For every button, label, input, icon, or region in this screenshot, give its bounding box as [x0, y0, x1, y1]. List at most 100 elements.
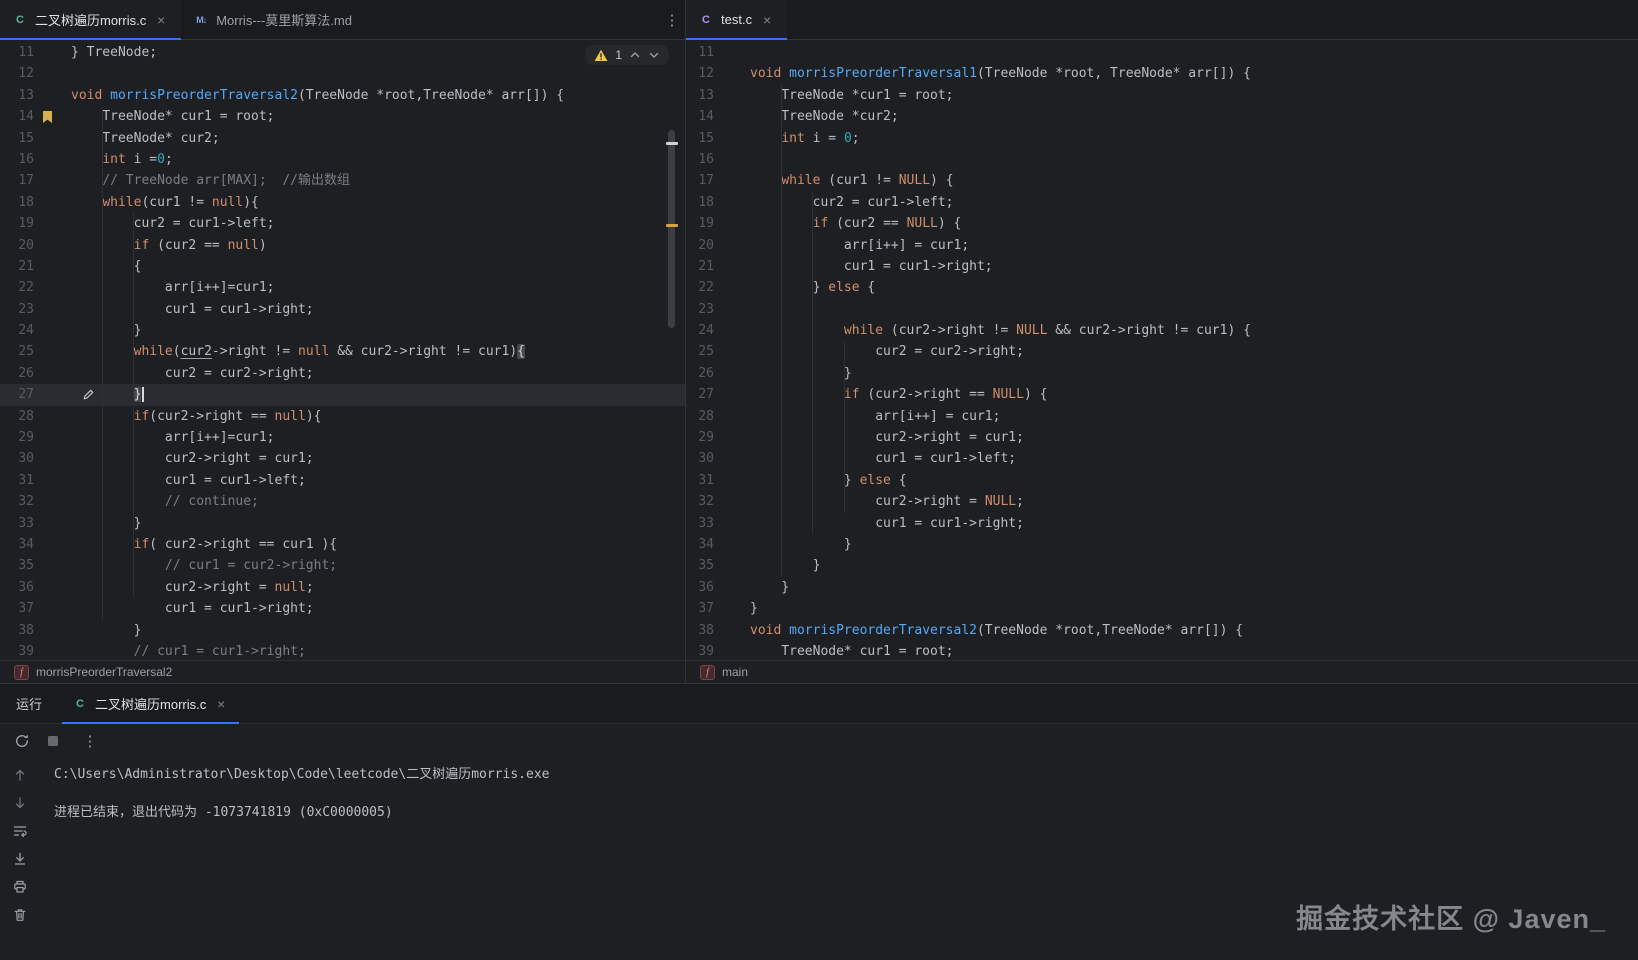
code-line-13[interactable]: 13void morrisPreorderTraversal2(TreeNode… [0, 85, 685, 106]
line-number: 38 [0, 620, 36, 641]
more-options-icon[interactable] [659, 0, 685, 39]
gutter [36, 577, 64, 598]
code-line-38[interactable]: 38void morrisPreorderTraversal2(TreeNode… [686, 620, 1638, 641]
line-number: 18 [686, 192, 716, 213]
code-line-34[interactable]: 34 } [686, 534, 1638, 555]
gutter [716, 513, 750, 534]
gutter [716, 85, 750, 106]
left-editor[interactable]: 11} TreeNode;1213void morrisPreorderTrav… [0, 40, 685, 660]
code-text: while(cur1 != null){ [64, 192, 259, 213]
gutter [716, 555, 750, 576]
line-number: 36 [686, 577, 716, 598]
code-line-15[interactable]: 15 int i = 0; [686, 128, 1638, 149]
close-icon[interactable] [213, 696, 229, 712]
chevron-up-icon[interactable] [629, 49, 641, 61]
more-options-icon[interactable] [77, 732, 103, 750]
right-editor[interactable]: 1112void morrisPreorderTraversal1(TreeNo… [686, 40, 1638, 660]
code-line-30[interactable]: 30 cur1 = cur1->left; [686, 448, 1638, 469]
rerun-icon[interactable] [13, 732, 31, 750]
scroll-to-end-icon[interactable] [12, 851, 28, 867]
code-text: cur1 = cur1->right; [750, 256, 993, 277]
gutter [36, 192, 64, 213]
gutter [716, 277, 750, 298]
code-line-13[interactable]: 13 TreeNode *cur1 = root; [686, 85, 1638, 106]
tab-test-c[interactable]: test.c [686, 0, 787, 39]
code-line-27[interactable]: 27 if (cur2->right == NULL) { [686, 384, 1638, 405]
line-number: 22 [0, 277, 36, 298]
code-line-19[interactable]: 19 if (cur2 == NULL) { [686, 213, 1638, 234]
indent-guide [812, 192, 813, 534]
code-text: } [750, 534, 852, 555]
tab-label: 二叉树遍历morris.c [95, 694, 206, 713]
code-line-16[interactable]: 16 [686, 149, 1638, 170]
gutter [36, 620, 64, 641]
line-number: 13 [0, 85, 36, 106]
code-line-37[interactable]: 37} [686, 598, 1638, 619]
code-text: int i = 0; [750, 128, 860, 149]
stripe-mark-caret[interactable] [666, 142, 678, 145]
arrow-up-icon[interactable] [12, 767, 28, 783]
line-number: 28 [686, 406, 716, 427]
code-line-14[interactable]: 14 TreeNode *cur2; [686, 106, 1638, 127]
code-line-21[interactable]: 21 cur1 = cur1->right; [686, 256, 1638, 277]
tab-morris-c[interactable]: 二叉树遍历morris.c [0, 0, 181, 39]
gutter [36, 106, 64, 127]
gutter [716, 42, 750, 63]
code-line-38[interactable]: 38 } [0, 620, 685, 641]
c-file-icon [12, 12, 28, 28]
code-line-11[interactable]: 11 [686, 42, 1638, 63]
line-number: 23 [0, 299, 36, 320]
code-line-12[interactable]: 12void morrisPreorderTraversal1(TreeNode… [686, 63, 1638, 84]
soft-wrap-icon[interactable] [12, 823, 28, 839]
left-breadcrumb[interactable]: morrisPreorderTraversal2 [0, 660, 685, 683]
code-line-39[interactable]: 39 // cur1 = cur1->right; [0, 641, 685, 660]
gutter [716, 384, 750, 405]
breadcrumb-label: main [722, 665, 748, 679]
edit-icon [82, 388, 95, 401]
code-line-33[interactable]: 33 cur1 = cur1->right; [686, 513, 1638, 534]
tab-morris-md[interactable]: Morris---莫里斯算法.md [181, 0, 364, 39]
code-line-32[interactable]: 32 cur2->right = NULL; [686, 491, 1638, 512]
code-text [64, 63, 71, 84]
code-line-18[interactable]: 18 cur2 = cur1->left; [686, 192, 1638, 213]
code-line-22[interactable]: 22 } else { [686, 277, 1638, 298]
code-line-12[interactable]: 12 [0, 63, 685, 84]
right-breadcrumb[interactable]: main [686, 660, 1638, 683]
code-line-35[interactable]: 35 } [686, 555, 1638, 576]
print-icon[interactable] [12, 879, 28, 895]
bookmark-icon[interactable] [42, 110, 53, 124]
code-text: void morrisPreorderTraversal2(TreeNode *… [750, 620, 1243, 641]
code-line-31[interactable]: 31 } else { [686, 470, 1638, 491]
code-line-36[interactable]: 36 } [686, 577, 1638, 598]
left-editor-group: 二叉树遍历morris.c Morris---莫里斯算法.md 11} Tree… [0, 0, 686, 683]
stop-icon[interactable] [44, 732, 62, 750]
line-number: 34 [0, 534, 36, 555]
chevron-down-icon[interactable] [648, 49, 660, 61]
run-tab-morris-c[interactable]: 二叉树遍历morris.c [62, 684, 239, 724]
arrow-down-icon[interactable] [12, 795, 28, 811]
gutter [716, 641, 750, 660]
inspections-widget[interactable]: 1 [585, 45, 669, 65]
code-line-11[interactable]: 11} TreeNode; [0, 42, 685, 63]
code-line-24[interactable]: 24 while (cur2->right != NULL && cur2->r… [686, 320, 1638, 341]
line-number: 13 [686, 85, 716, 106]
clear-all-icon[interactable] [12, 907, 28, 923]
code-line-28[interactable]: 28 arr[i++] = cur1; [686, 406, 1638, 427]
code-line-23[interactable]: 23 [686, 299, 1638, 320]
stripe-mark-bookmark[interactable] [666, 224, 678, 227]
gutter [716, 256, 750, 277]
line-number: 12 [0, 63, 36, 84]
code-line-29[interactable]: 29 cur2->right = cur1; [686, 427, 1638, 448]
code-line-20[interactable]: 20 arr[i++] = cur1; [686, 235, 1638, 256]
line-number: 23 [686, 299, 716, 320]
scrollbar-thumb[interactable] [668, 130, 675, 328]
console-line: 进程已结束，退出代码为 -1073741819 (0xC0000005) [54, 803, 1638, 822]
close-icon[interactable] [759, 12, 775, 28]
code-line-39[interactable]: 39 TreeNode* cur1 = root; [686, 641, 1638, 660]
code-line-25[interactable]: 25 cur2 = cur2->right; [686, 341, 1638, 362]
close-icon[interactable] [153, 12, 169, 28]
code-line-17[interactable]: 17 while (cur1 != NULL) { [686, 170, 1638, 191]
code-line-26[interactable]: 26 } [686, 363, 1638, 384]
indent-guide [102, 106, 103, 620]
console-output[interactable]: C:\Users\Administrator\Desktop\Code\leet… [40, 757, 1638, 960]
